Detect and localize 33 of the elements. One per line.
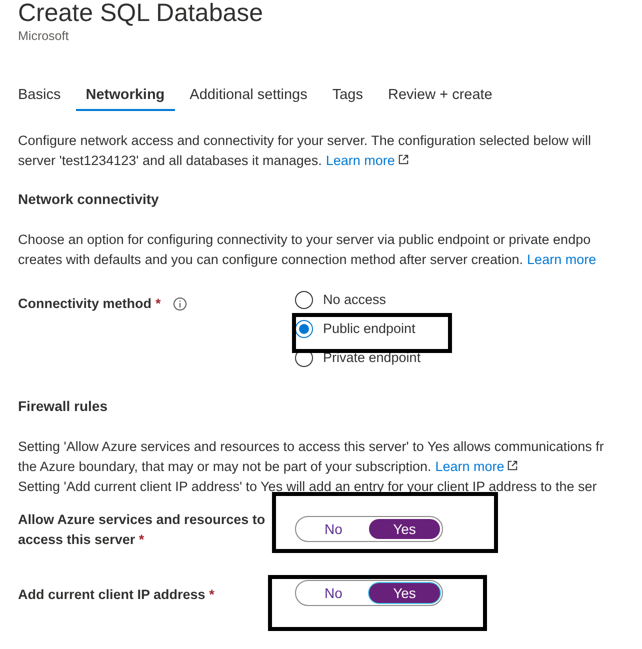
- field-label: Allow Azure services and resources to access this server *: [18, 512, 266, 547]
- radio-button[interactable]: [295, 290, 313, 308]
- yes-no-toggle[interactable]: No Yes: [295, 516, 443, 542]
- yes-no-toggle[interactable]: No Yes: [295, 580, 443, 606]
- section-heading: Network connectivity: [18, 191, 160, 207]
- learn-more-link[interactable]: Learn more: [435, 459, 504, 474]
- radio-label: Private endpoint: [323, 350, 421, 365]
- external-link-icon: [398, 154, 409, 165]
- description-text: creates with defaults and you can configure connection method after server creation.: [18, 252, 524, 267]
- radio-button[interactable]: [295, 320, 313, 338]
- description-text: Setting 'Allow Azure services and resources to access this server' to Yes allows communications fr: [18, 439, 604, 454]
- publisher-name: Microsoft: [18, 29, 70, 43]
- field-label: Add current client IP address *: [18, 586, 214, 602]
- field-label: Connectivity method: [18, 296, 152, 311]
- tab[interactable]: Review + create: [378, 79, 502, 111]
- description-text: Choose an option for configuring connectivity to your server via public endpoint or private endpo: [18, 232, 591, 247]
- section-heading: Firewall rules: [18, 398, 108, 414]
- required-mark: *: [156, 296, 161, 311]
- external-link-icon: [507, 460, 518, 471]
- page-title: Create SQL Database: [18, 0, 264, 26]
- radio-label: No access: [323, 292, 386, 307]
- tab[interactable]: Networking: [76, 79, 175, 111]
- tab[interactable]: Additional settings: [180, 79, 318, 111]
- tab[interactable]: Tags: [322, 79, 373, 111]
- learn-more-link[interactable]: Learn more: [527, 252, 596, 267]
- info-icon: [172, 297, 187, 311]
- description-text: the Azure boundary, that may or may not be part of your subscription.: [18, 459, 432, 474]
- learn-more-link[interactable]: Learn more: [326, 153, 395, 168]
- description-text: Configure network access and connectivity for your server. The configuration selected below will: [18, 133, 592, 148]
- radio-label: Public endpoint: [323, 321, 416, 336]
- tab[interactable]: Basics: [8, 79, 71, 111]
- description-text: Setting 'Add current client IP address' to Yes will add an entry for your client IP address to the ser: [18, 479, 597, 494]
- description-text: server 'test1234123' and all databases it manages.: [18, 153, 322, 168]
